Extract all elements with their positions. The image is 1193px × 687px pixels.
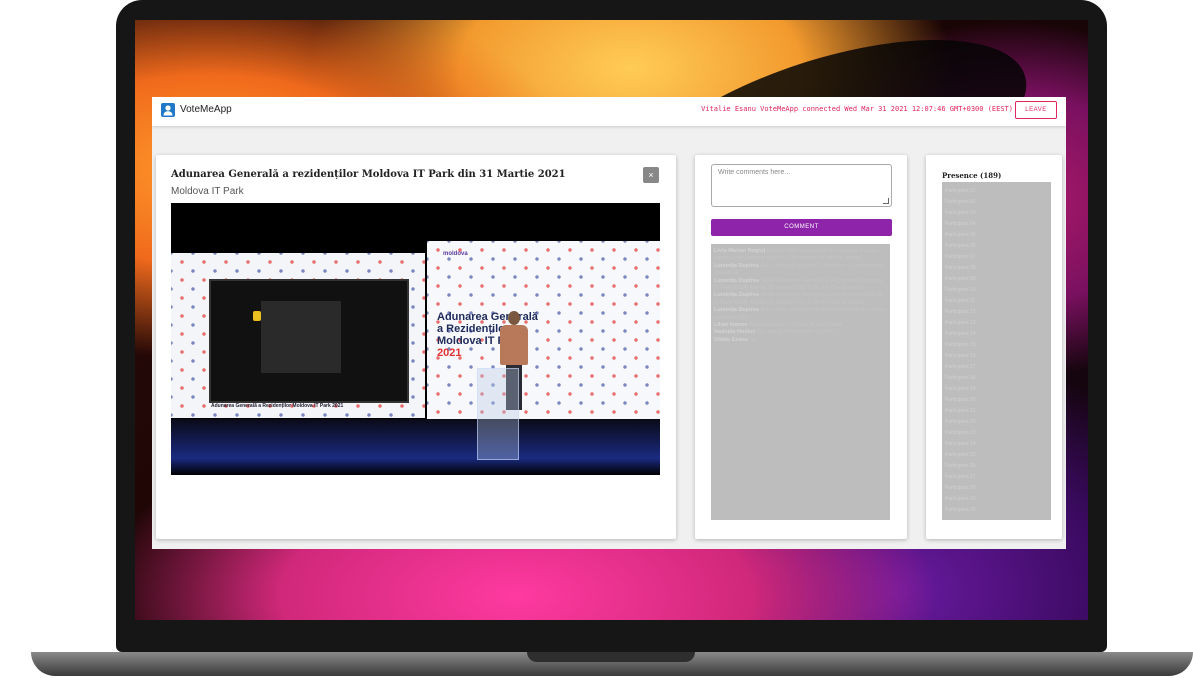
presence-item: Participant 25 [945,452,976,458]
presence-item: Participant 28 [945,485,976,491]
presence-item: Participant 14 [945,331,976,337]
presence-item: Participant 30 [945,507,976,513]
comments-list[interactable]: Liviu Marian Negruț Permis slide-ul prez… [711,244,890,520]
presence-item: Participant 16 [945,353,976,359]
comment-input[interactable]: Write comments here... [711,164,892,207]
presence-item: Participant 11 [945,298,976,304]
app-title: VoteMeApp [180,104,232,115]
comment-button[interactable]: COMMENT [711,219,892,236]
raised-hand-icon [253,311,261,321]
presence-item: Participant 03 [945,210,976,216]
leave-button[interactable]: LEAVE [1015,101,1057,119]
meeting-organization: Moldova IT Park [171,186,244,197]
comment-item: Luminița Dupîrea Tema: Adunarea Generală… [714,277,883,292]
presence-item: Participant 05 [945,232,976,238]
meeting-title: Adunarea Generală a rezidenților Moldova… [171,169,566,180]
moldova-logo: moldova [443,251,468,257]
presence-item: Participant 06 [945,243,976,249]
presence-item: Participant 08 [945,265,976,271]
presence-item: Participant 18 [945,375,976,381]
laptop-hinge [527,652,695,662]
resize-handle-icon[interactable] [883,198,889,204]
comment-item: Luminița Dupîrea Bună ziua, vă rugăm să … [714,307,886,321]
presence-item: Participant 02 [945,199,976,205]
presence-item: Participant 23 [945,430,976,436]
presence-item: Participant 17 [945,364,976,370]
video-stream[interactable]: Adunarea Generală a Rezidenților Moldova… [171,203,660,475]
presence-item: Participant 22 [945,419,976,425]
comment-item: Lilian Ivanov Întrebare pentru Q&A după … [714,322,843,329]
presence-item: Participant 29 [945,496,976,502]
presence-item: Participant 21 [945,408,976,414]
presence-item: Participant 24 [945,441,976,447]
presence-item: Participant 19 [945,386,976,392]
podium [477,368,519,460]
votemeapp-window: VoteMeApp Vitalie Esanu VoteMeApp connec… [152,97,1066,549]
stage-right-backdrop: moldova Adunarea Generală a Rezidenților… [427,241,660,419]
comment-item: Nadejda Hodiuc Da, aștept răspunsurile v… [714,329,834,336]
stage-floor [171,419,660,475]
presence-item: Participant 09 [945,276,976,282]
comment-item: Liviu Marian Negruț Permis slide-ul prez… [714,248,878,262]
stage-left-backdrop: Adunarea Generală a Rezidenților Moldova… [171,253,425,418]
meeting-panel: Adunarea Generală a rezidenților Moldova… [156,155,676,539]
presence-item: Participant 10 [945,287,976,293]
presence-panel: Presence (189) Participant 01 Participan… [926,155,1062,539]
user-icon [161,103,175,117]
presence-item: Participant 07 [945,254,976,260]
app-header: VoteMeApp Vitalie Esanu VoteMeApp connec… [152,97,1066,126]
presence-item: Participant 15 [945,342,976,348]
stage-caption: Adunarea Generală a Rezidenților Moldova… [211,403,344,409]
presence-item: Participant 20 [945,397,976,403]
presence-title: Presence (189) [942,171,1002,180]
presence-item: Participant 26 [945,463,976,469]
connection-status: Vitalie Esanu VoteMeApp connected Wed Ma… [701,105,1013,113]
close-button[interactable]: × [643,167,659,183]
presence-item: Participant 04 [945,221,976,227]
comment-item: Luminița Dupîrea Tema: Adunarea Generală… [714,292,883,306]
comment-item: Vitalie Esanu Da [714,336,757,343]
presence-item: Participant 12 [945,309,976,315]
presence-item: Participant 13 [945,320,976,326]
presence-item: Participant 01 [945,188,976,194]
presence-list[interactable]: Participant 01 Participant 02 Participan… [942,182,1051,520]
shared-screen [209,279,409,403]
comment-item: Luminița Dupîrea Elise afisează de grand… [714,262,884,277]
stage-year: 2021 [437,347,462,359]
presence-item: Participant 27 [945,474,976,480]
comments-panel: Write comments here... COMMENT Liviu Mar… [695,155,907,539]
